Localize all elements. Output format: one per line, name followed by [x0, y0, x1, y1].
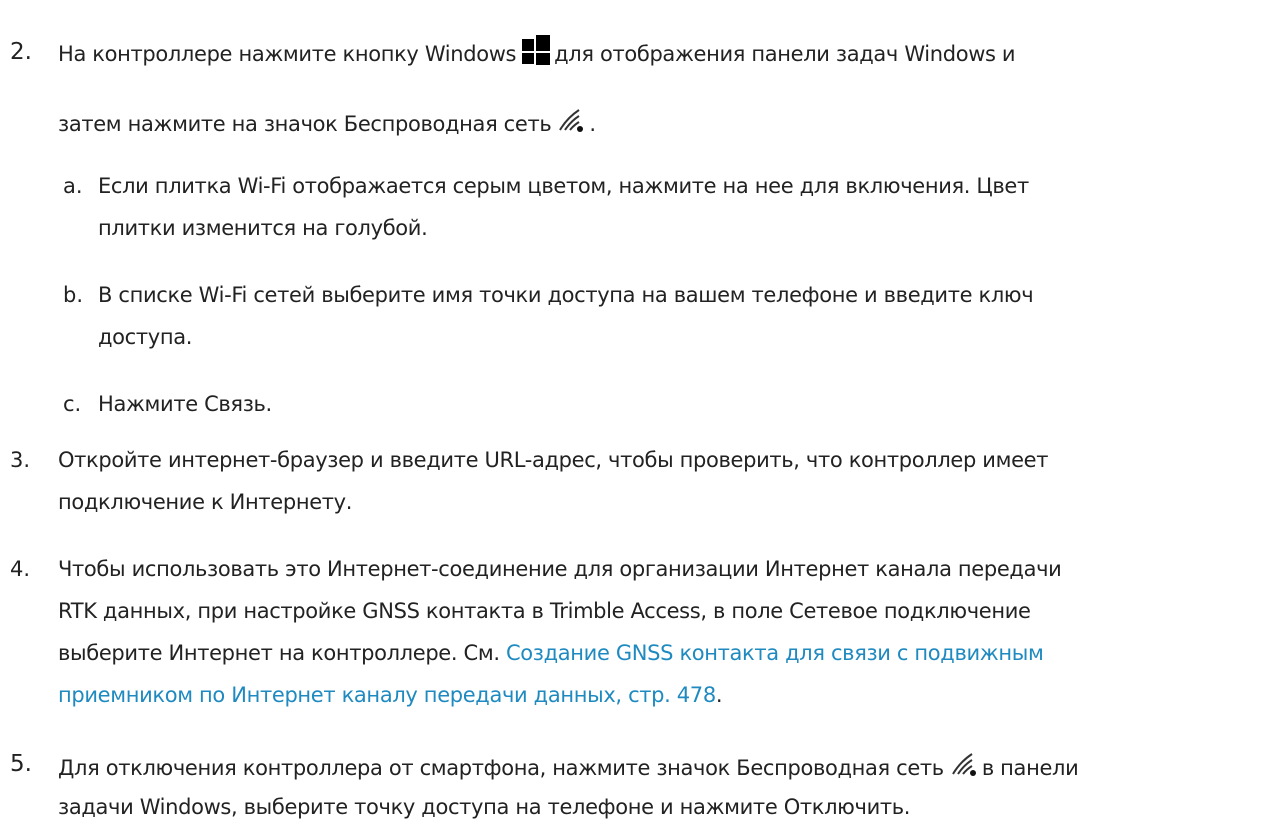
- cross-reference-link[interactable]: Создание GNSS контакта для связи с подви…: [506, 641, 1044, 665]
- substep-a-line-1: Если плитка Wi-Fi отображается серым цве…: [98, 174, 1029, 198]
- wireless-network-icon: [557, 104, 587, 134]
- step-5-line-1: Для отключения контроллера от смартфона,…: [58, 748, 1079, 781]
- substep-c-line-1: Нажмите Связь.: [98, 392, 272, 416]
- cross-reference-link-continued[interactable]: приемником по Интернет каналу передачи д…: [58, 683, 716, 707]
- step-4-line-2: RTK данных, при настройке GNSS контакта …: [58, 599, 1031, 623]
- substep-b-line-2: доступа.: [98, 325, 193, 349]
- substep-a-line-2: плитки изменится на голубой.: [98, 216, 428, 240]
- step-2-line-2: затем нажмите на значок Беспроводная сет…: [58, 104, 596, 137]
- substep-b-line-1: В списке Wi-Fi сетей выберите имя точки …: [98, 283, 1034, 307]
- step-4-line-3: выберите Интернет на контроллере. См. Со…: [58, 641, 1044, 665]
- step-4-line-1: Чтобы использовать это Интернет-соединен…: [58, 557, 1062, 581]
- step-number: 3.: [10, 448, 31, 472]
- substep-marker: b.: [63, 283, 84, 307]
- step-4-line-4: приемником по Интернет каналу передачи д…: [58, 683, 723, 707]
- step-2-line-1: На контроллере нажмите кнопку Windows для…: [58, 35, 1016, 67]
- step-3-line-2: подключение к Интернету.: [58, 490, 353, 514]
- substep-marker: a.: [63, 174, 83, 198]
- wireless-network-icon: [950, 748, 980, 778]
- step-number: 2.: [10, 39, 32, 65]
- step-number: 5.: [10, 751, 32, 777]
- step-3-line-1: Откройте интернет-браузер и введите URL-…: [58, 448, 1049, 472]
- substep-marker: c.: [63, 392, 82, 416]
- step-number: 4.: [10, 557, 31, 581]
- step-5-line-2: задачи Windows, выберите точку доступа н…: [58, 795, 911, 819]
- windows-logo-icon: [522, 35, 551, 65]
